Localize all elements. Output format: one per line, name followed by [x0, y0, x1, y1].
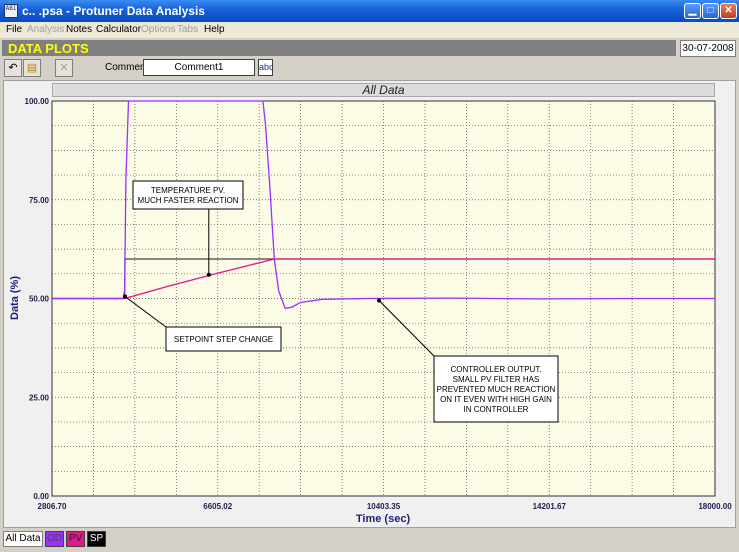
data-chart[interactable]: 2806.70 6605.02 10403.35 14201.67 18000.00 0.… — [0, 0, 739, 552]
x-tick-label: 6605.02 — [203, 502, 232, 511]
annotation-text: IN CONTROLLER — [464, 405, 529, 414]
tab-all-data[interactable]: All Data — [3, 531, 43, 547]
x-tick-label: 2806.70 — [38, 502, 67, 511]
annotation-text: PREVENTED MUCH REACTION — [437, 385, 556, 394]
y-tick-label: 25.00 — [29, 393, 50, 402]
annotation-arrowhead — [123, 294, 128, 299]
y-axis-label: Data (%) — [9, 276, 21, 320]
x-tick-label: 18000.00 — [698, 502, 732, 511]
tab-pv[interactable]: PV — [66, 531, 85, 547]
annotation-text: ON IT EVEN WITH HIGH GAIN — [440, 395, 552, 404]
y-tick-label: 100.00 — [25, 97, 50, 106]
y-tick-label: 0.00 — [33, 492, 49, 501]
annotation-text: SMALL PV FILTER HAS — [453, 375, 540, 384]
y-tick-label: 75.00 — [29, 196, 50, 205]
tab-od[interactable]: OD — [45, 531, 64, 547]
annotation-text: TEMPERATURE PV. — [151, 186, 225, 195]
x-axis-label: Time (sec) — [356, 513, 411, 525]
x-tick-label: 14201.67 — [533, 502, 567, 511]
annotation-arrowhead — [206, 272, 211, 277]
annotation-text: SETPOINT STEP CHANGE — [174, 335, 273, 344]
x-tick-label: 10403.35 — [367, 502, 401, 511]
annotation-arrowhead — [376, 298, 381, 303]
annotation-text: CONTROLLER OUTPUT. — [450, 365, 541, 374]
annotation-text: MUCH FASTER REACTION — [138, 196, 239, 205]
tab-bar: All Data OD PV SP — [0, 529, 739, 552]
tab-sp[interactable]: SP — [87, 531, 106, 547]
y-tick-label: 50.00 — [29, 295, 50, 304]
